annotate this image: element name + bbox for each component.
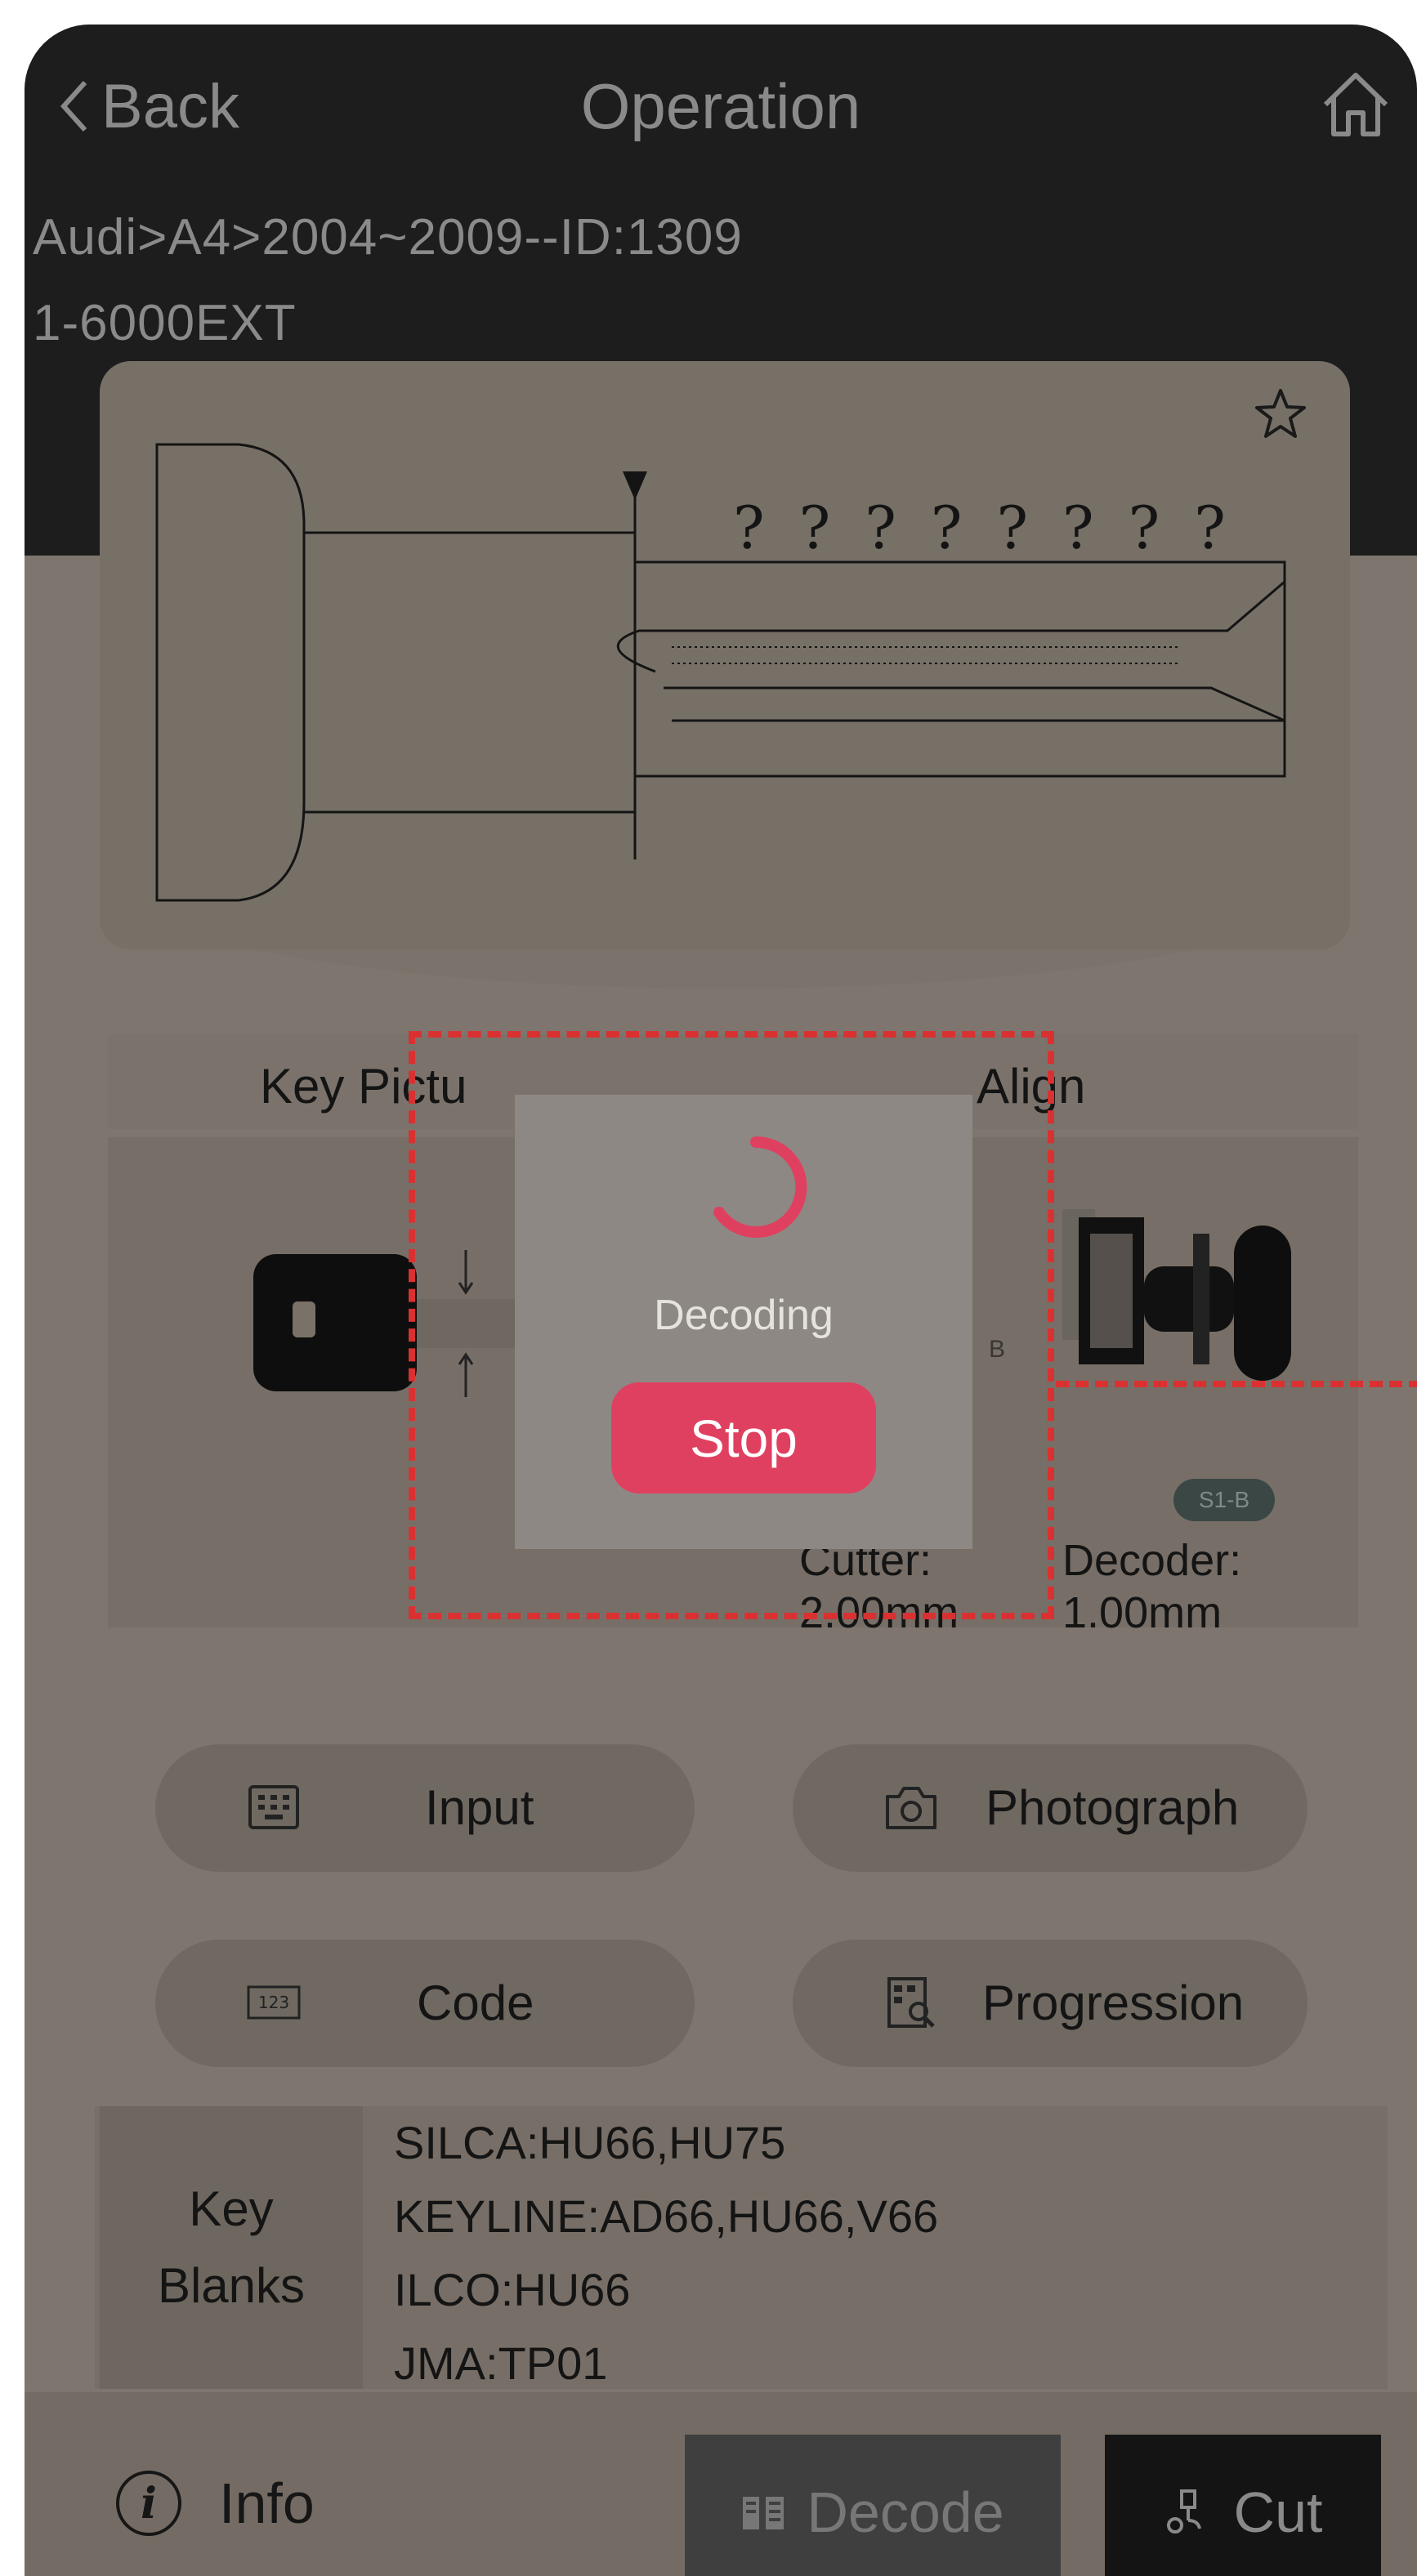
info-button[interactable]: Info (219, 2469, 315, 2538)
list-item: KEYLINE:AD66,HU66,V66 (394, 2190, 939, 2242)
decoding-dialog: Decoding Stop (515, 1095, 972, 1549)
stop-button[interactable]: Stop (611, 1382, 876, 1493)
input-label: Input (425, 1780, 534, 1835)
decode-icon (743, 2497, 784, 2529)
breadcrumb-key-id: 1-6000EXT (33, 295, 297, 351)
home-icon[interactable] (1319, 67, 1392, 141)
page-title: Operation (580, 70, 861, 142)
cut-mark: ? (1062, 493, 1094, 562)
cut-label: Cut (1233, 2480, 1323, 2544)
decoder-info: Decoder: 1.00mm (1062, 1534, 1241, 1639)
phone-screen: Back Operation Audi>A4>2004~2009--ID:130… (25, 25, 1417, 2576)
key-blanks-label-line2: Blanks (157, 2258, 306, 2313)
decoder-label: Decoder: (1062, 1536, 1242, 1585)
key-drawing-card: ? ? ? ? ? ? ? ? (100, 361, 1350, 949)
decoding-status: Decoding (654, 1292, 834, 1339)
info-icon[interactable]: i (114, 2469, 183, 2538)
decoder-badge: S1-B (1173, 1479, 1275, 1521)
cut-mark: ? (996, 493, 1029, 562)
key-blanks-label-line1: Key (189, 2181, 274, 2236)
svg-text:123: 123 (258, 1993, 289, 2012)
cut-mark: ? (733, 493, 765, 562)
photograph-button[interactable]: Photograph (793, 1744, 1307, 1872)
photograph-label: Photograph (986, 1780, 1240, 1835)
progression-icon (887, 1977, 935, 2028)
camera-icon (886, 1787, 936, 1829)
breadcrumb-vehicle: Audi>A4>2004~2009--ID:1309 (33, 209, 743, 266)
svg-text:i: i (141, 2479, 157, 2529)
cut-mark: ? (1128, 493, 1160, 562)
list-item: SILCA:HU66,HU75 (394, 2117, 786, 2168)
code-button[interactable]: 123 Code (155, 1940, 695, 2067)
decoder-value: 1.00mm (1062, 1588, 1223, 1637)
progression-button[interactable]: Progression (793, 1940, 1307, 2067)
cut-mark: ? (1194, 493, 1226, 562)
key-blanks-list: SILCA:HU66,HU75 KEYLINE:AD66,HU66,V66 IL… (394, 2106, 938, 2400)
list-item: ILCO:HU66 (394, 2264, 631, 2315)
cut-mark: ? (930, 493, 963, 562)
decode-label: Decode (807, 2480, 1004, 2544)
keypad-icon (248, 1785, 299, 1829)
input-button[interactable]: Input (155, 1744, 695, 1872)
cut-marks: ? ? ? ? ? ? ? ? (733, 493, 1226, 562)
highlight-dashed-line (1056, 1381, 1417, 1387)
cut-icon (1166, 2489, 1201, 2534)
decode-button[interactable]: Decode (685, 2435, 1061, 2576)
numeric-code-icon: 123 (247, 1985, 301, 2020)
list-item: JMA:TP01 (394, 2337, 608, 2389)
code-label: Code (417, 1976, 534, 2030)
key-blanks-label: Key Blanks (100, 2106, 363, 2389)
key-head-image (253, 1254, 417, 1391)
progression-label: Progression (982, 1976, 1245, 2030)
key-outline-drawing (155, 443, 1286, 902)
cut-mark: ? (798, 493, 831, 562)
cut-mark: ? (865, 493, 896, 562)
clamp-image (1062, 1209, 1291, 1381)
loading-spinner-icon (713, 1136, 807, 1238)
cut-button[interactable]: Cut (1105, 2435, 1381, 2576)
